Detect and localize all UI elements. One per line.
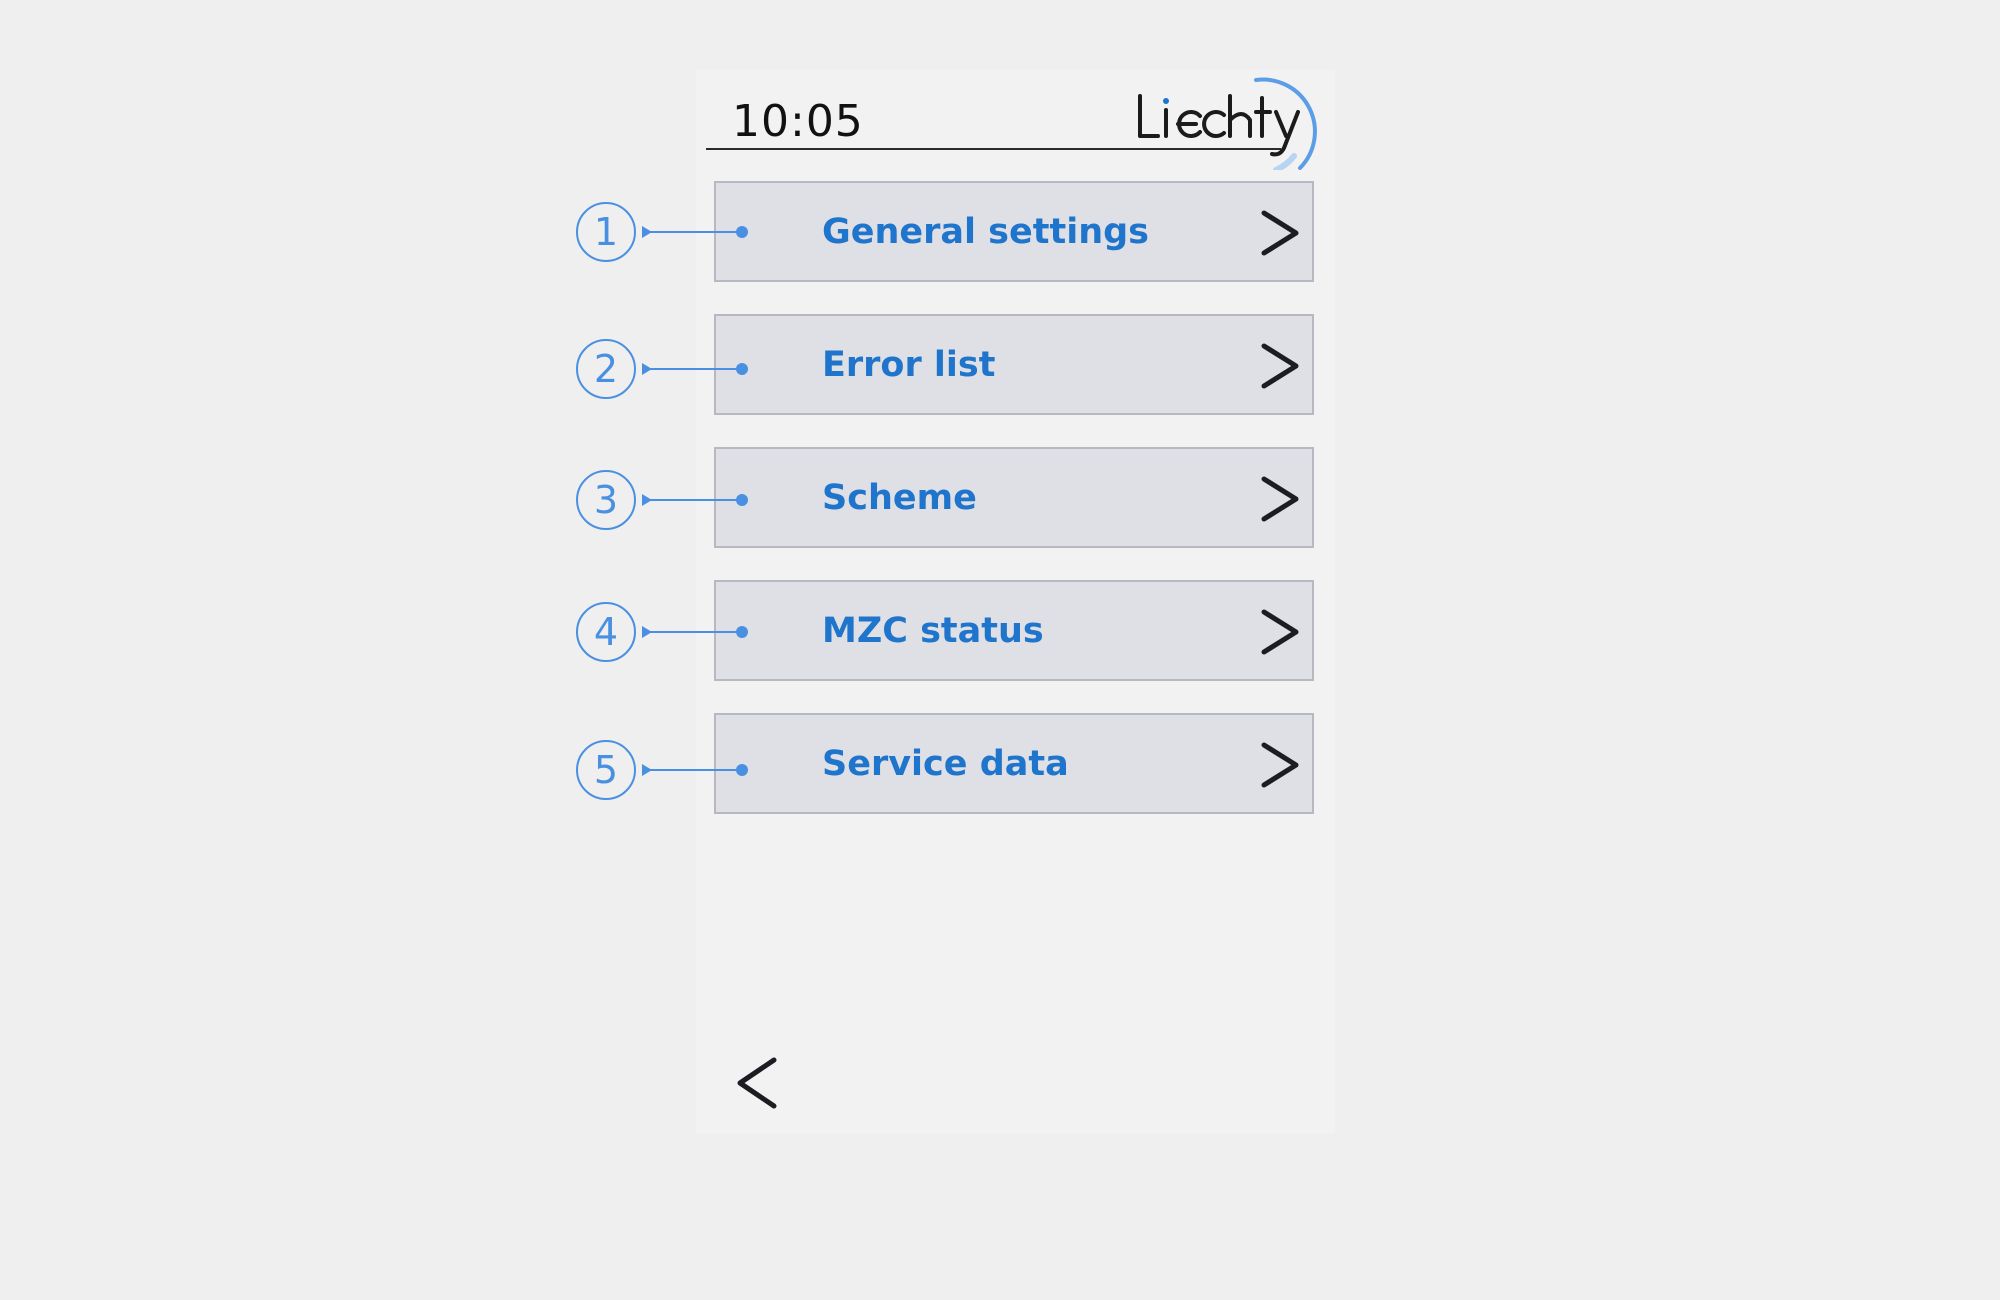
- chevron-right-icon: [1258, 608, 1302, 656]
- menu-item-label: Service data: [822, 743, 1069, 784]
- callout-3: 3: [576, 470, 776, 540]
- callout-5: 5: [576, 740, 776, 810]
- chevron-right-icon: [1258, 342, 1302, 390]
- callout-number: 1: [576, 202, 636, 262]
- menu-item-label: Scheme: [822, 477, 977, 518]
- menu-item-scheme[interactable]: Scheme: [714, 447, 1314, 548]
- callout-1: 1: [576, 202, 776, 272]
- menu-item-error-list[interactable]: Error list: [714, 314, 1314, 415]
- callout-number: 2: [576, 339, 636, 399]
- callout-number: 4: [576, 602, 636, 662]
- chevron-right-icon: [1258, 741, 1302, 789]
- callout-4: 4: [576, 602, 776, 672]
- back-button[interactable]: [734, 1055, 780, 1111]
- device-screen: 10:05 General settings Error list Scheme…: [696, 70, 1335, 1133]
- callout-pointer: [642, 361, 752, 377]
- menu-item-label: Error list: [822, 344, 996, 385]
- callout-number: 3: [576, 470, 636, 530]
- chevron-right-icon: [1258, 475, 1302, 523]
- chevron-left-icon: [734, 1055, 780, 1111]
- callout-pointer: [642, 624, 752, 640]
- menu-item-mzc-status[interactable]: MZC status: [714, 580, 1314, 681]
- menu-item-label: General settings: [822, 211, 1150, 252]
- menu-item-label: MZC status: [822, 610, 1044, 651]
- callout-number: 5: [576, 740, 636, 800]
- callout-pointer: [642, 224, 752, 240]
- brand-logo: [1126, 70, 1326, 170]
- callout-pointer: [642, 492, 752, 508]
- menu-item-service-data[interactable]: Service data: [714, 713, 1314, 814]
- callout-2: 2: [576, 339, 776, 409]
- callout-pointer: [642, 762, 752, 778]
- clock-time: 10:05: [732, 96, 864, 147]
- chevron-right-icon: [1258, 209, 1302, 257]
- menu-item-general-settings[interactable]: General settings: [714, 181, 1314, 282]
